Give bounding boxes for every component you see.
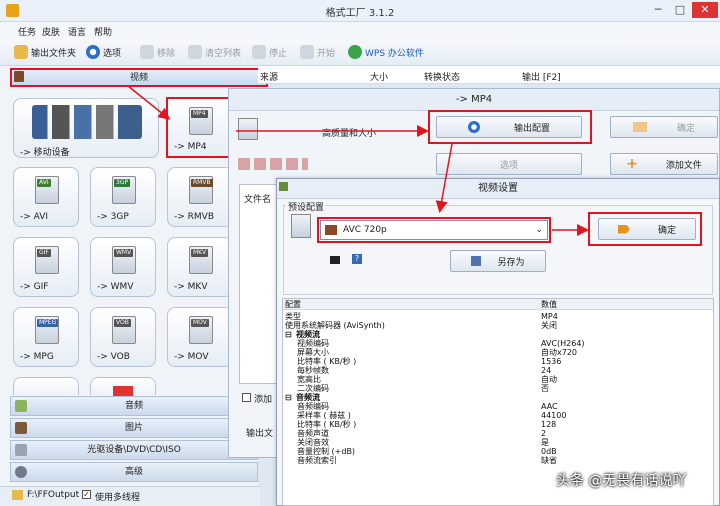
annotation-arrows (127, 85, 589, 236)
arrow-video-to-mp4 (127, 85, 171, 120)
watermark: 头条 @无畏有话说吖 (556, 473, 687, 489)
arrow-config-to-preset (435, 143, 453, 213)
